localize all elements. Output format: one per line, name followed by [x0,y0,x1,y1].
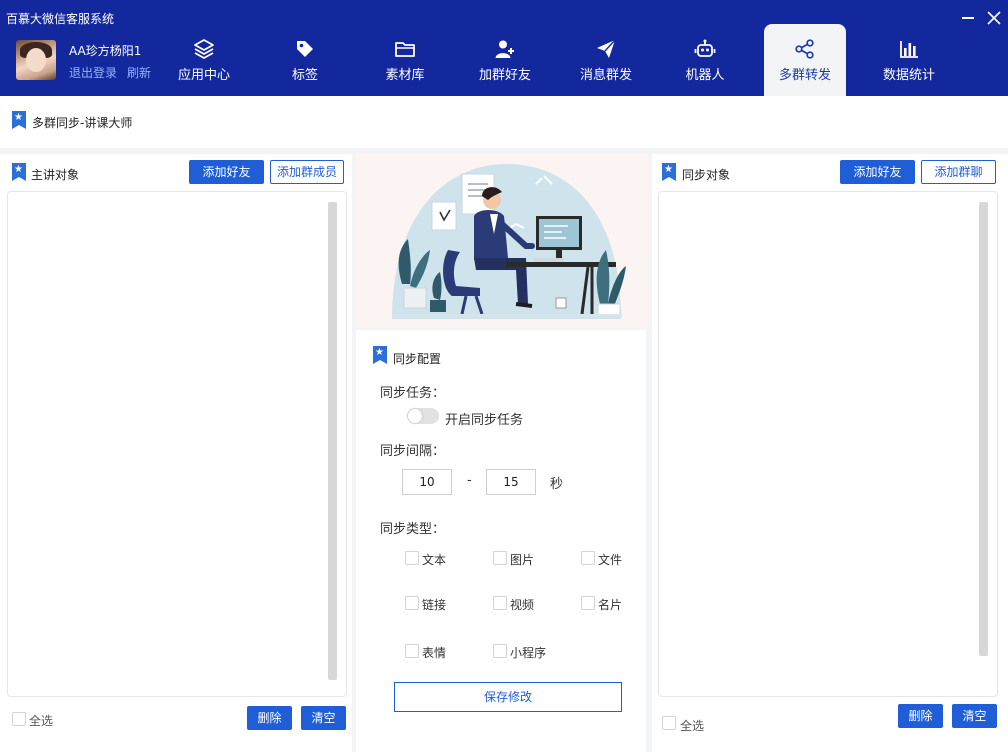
tab-label: 机器人 [685,68,725,83]
refresh-link[interactable]: 刷新 [127,64,151,81]
type-text-label: 文本 [422,553,447,567]
tab-label: 消息群发 [579,68,632,83]
tab-add-group-friends[interactable]: 加群好友 [464,24,546,96]
config-title: 同步配置 [393,352,442,366]
app-header: 百慕大微信客服系统 AA珍方杨阳1 退出登录 刷新 应用中心 标签 素材库 加群… [0,0,1008,96]
close-button[interactable] [984,8,1004,28]
type-video-checkbox[interactable] [493,596,507,610]
select-all-label: 全选 [29,714,54,728]
share-icon [795,39,814,59]
tag-icon [297,41,313,57]
send-icon [597,39,616,58]
speaker-panel: 主讲对象 添加好友 添加群成员 全选 删除 清空 [0,154,352,752]
interval-min-input[interactable] [402,469,452,495]
interval-max-input[interactable] [486,469,536,495]
type-file-checkbox[interactable] [581,551,595,565]
scrollbar[interactable] [979,202,988,656]
type-emoji-checkbox[interactable] [405,644,419,658]
tab-tags[interactable]: 标签 [264,24,346,96]
type-image-checkbox[interactable] [493,551,507,565]
add-group-member-button[interactable]: 添加群成员 [270,160,344,184]
panel-title: 同步对象 [682,168,731,182]
tab-label: 素材库 [385,68,425,83]
speaker-list[interactable] [7,191,347,697]
scrollbar[interactable] [328,202,337,680]
tab-app-center[interactable]: 应用中心 [163,24,245,96]
bookmark-icon [12,111,26,129]
page-title: 多群同步-讲课大师 [32,116,133,130]
user-name: AA珍方杨阳1 [69,44,142,58]
tab-multi-group-forward[interactable]: 多群转发 [764,24,846,96]
type-card-label: 名片 [598,598,623,612]
sync-task-toggle-label: 开启同步任务 [445,413,524,428]
sync-task-label: 同步任务： [380,386,446,401]
add-group-chat-button[interactable]: 添加群聊 [921,160,996,184]
bookmark-icon [373,346,387,364]
sync-target-panel: 同步对象 添加好友 添加群聊 全选 删除 清空 [652,154,1008,752]
delete-button[interactable]: 删除 [898,704,943,728]
logout-link[interactable]: 退出登录 [69,64,117,81]
bookmark-icon [12,163,26,181]
config-panel: 同步配置 同步任务： 开启同步任务 同步间隔： - 秒 同步类型： 文本 图片 … [356,154,648,752]
avatar [16,40,56,80]
office-illustration [392,164,626,319]
type-image-label: 图片 [510,553,535,567]
type-miniprogram-checkbox[interactable] [493,644,507,658]
bar-chart-icon [900,41,918,58]
add-friend-button[interactable]: 添加好友 [840,160,915,184]
minimize-button[interactable] [958,8,978,28]
tab-robot[interactable]: 机器人 [664,24,746,96]
tab-label: 标签 [291,68,318,83]
sync-interval-label: 同步间隔： [380,444,446,459]
type-text-checkbox[interactable] [405,551,419,565]
bookmark-icon [662,163,676,181]
layers-icon [194,39,214,59]
breadcrumb: 多群同步-讲课大师 [0,96,1008,148]
tab-label: 应用中心 [177,68,230,83]
sync-type-label: 同步类型： [380,522,446,537]
interval-unit: 秒 [550,477,564,492]
select-all-checkbox[interactable] [12,712,26,726]
add-friend-button[interactable]: 添加好友 [189,160,264,184]
close-icon [987,11,1001,25]
panel-title: 主讲对象 [31,168,80,182]
type-link-label: 链接 [422,598,447,612]
folder-icon [395,42,415,57]
delete-button[interactable]: 删除 [247,706,292,730]
interval-separator: - [467,473,472,488]
select-all-label: 全选 [680,719,705,733]
sync-config-card: 同步配置 同步任务： 开启同步任务 同步间隔： - 秒 同步类型： 文本 图片 … [356,330,646,752]
type-card-checkbox[interactable] [581,596,595,610]
sync-target-list[interactable] [658,191,998,697]
sync-task-toggle[interactable] [407,408,439,424]
clear-button[interactable]: 清空 [301,706,346,730]
type-video-label: 视频 [510,598,535,612]
clear-button[interactable]: 清空 [952,704,997,728]
tab-label: 数据统计 [882,68,935,83]
tab-label: 加群好友 [478,68,531,83]
illustration [356,154,648,328]
type-file-label: 文件 [598,553,623,567]
save-button[interactable]: 保存修改 [394,682,622,712]
tab-label: 多群转发 [778,68,831,83]
tab-data-stats[interactable]: 数据统计 [868,24,950,96]
app-title: 百慕大微信客服系统 [6,12,115,26]
type-emoji-label: 表情 [422,646,447,660]
type-miniprogram-label: 小程序 [510,646,547,660]
tab-mass-message[interactable]: 消息群发 [565,24,647,96]
minimize-icon [962,17,974,19]
add-user-icon [495,40,514,58]
robot-icon [694,39,716,57]
tab-materials[interactable]: 素材库 [364,24,446,96]
type-link-checkbox[interactable] [405,596,419,610]
select-all-checkbox[interactable] [662,716,676,730]
